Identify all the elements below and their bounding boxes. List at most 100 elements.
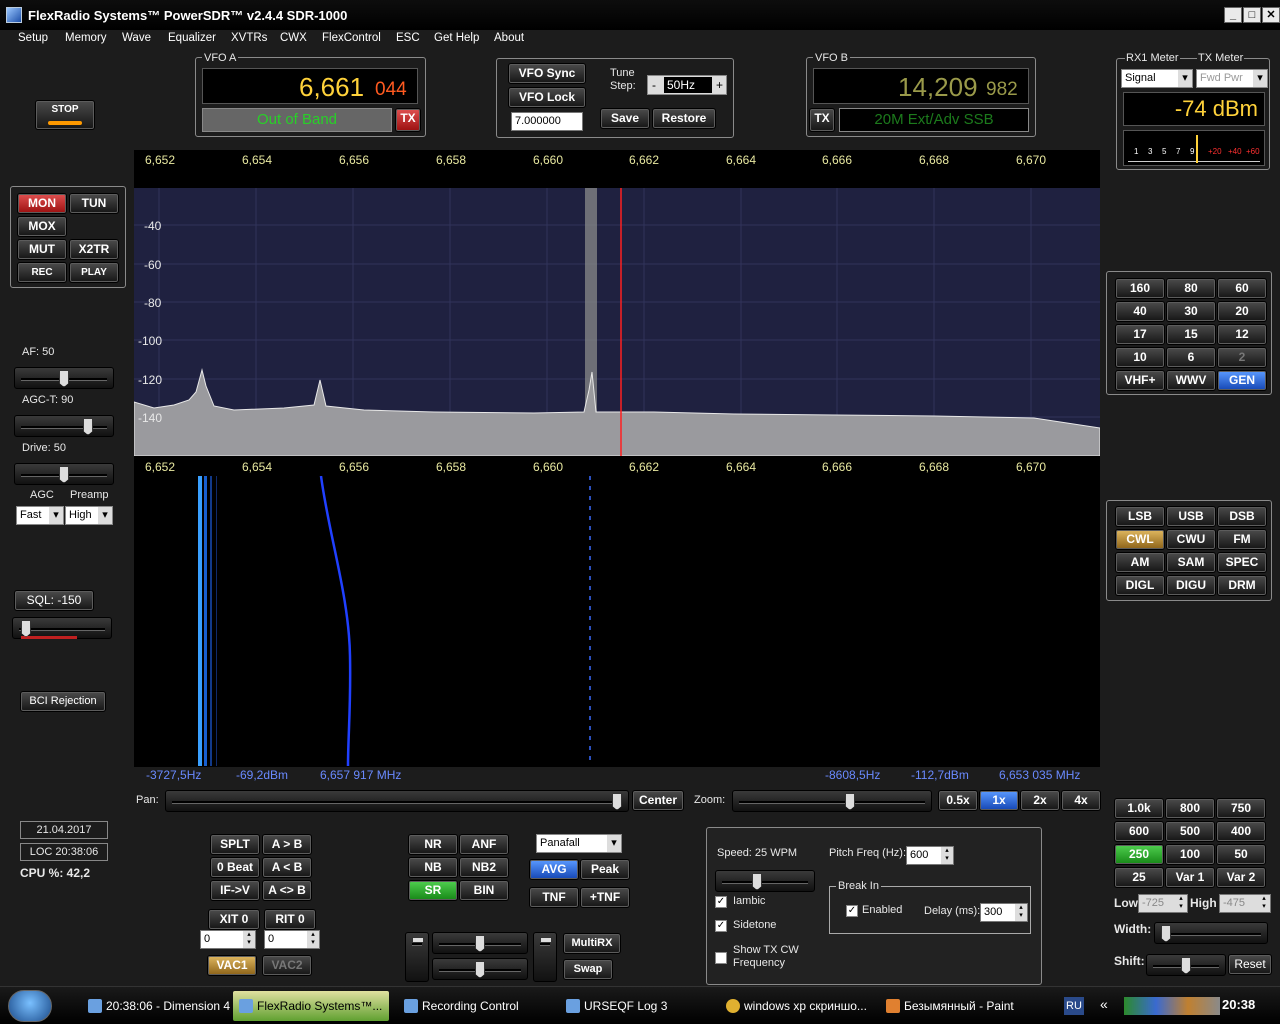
- rx1-pan-slider[interactable]: [432, 932, 528, 954]
- rx-meter-select[interactable]: Signal: [1121, 69, 1193, 88]
- shift-slider[interactable]: [1146, 954, 1226, 976]
- multirx-button[interactable]: MultiRX: [563, 933, 621, 954]
- vfo-a-tx-button[interactable]: TX: [395, 108, 421, 132]
- mon-button[interactable]: MON: [17, 193, 67, 214]
- swap-button[interactable]: Swap: [563, 959, 613, 980]
- vfo-b-tx-button[interactable]: TX: [809, 108, 835, 132]
- sidetone-checkbox[interactable]: ✓: [715, 920, 727, 932]
- menu-memory[interactable]: Memory: [65, 32, 107, 44]
- tun-button[interactable]: TUN: [69, 193, 119, 214]
- menu-wave[interactable]: Wave: [122, 32, 151, 44]
- band-gen[interactable]: GEN: [1217, 370, 1267, 391]
- sr-button[interactable]: SR: [408, 880, 458, 901]
- display-area[interactable]: 6,652 6,654 6,656 6,658 6,660 6,662 6,66…: [134, 150, 1100, 782]
- mode-fm[interactable]: FM: [1217, 529, 1267, 550]
- b-to-a-button[interactable]: A < B: [262, 857, 312, 878]
- task-flexradio[interactable]: FlexRadio Systems™...: [233, 991, 389, 1021]
- band-30[interactable]: 30: [1166, 301, 1216, 322]
- mode-cwu[interactable]: CWU: [1166, 529, 1216, 550]
- mode-cwl[interactable]: CWL: [1115, 529, 1165, 550]
- filter-800[interactable]: 800: [1165, 798, 1215, 819]
- bin-button[interactable]: BIN: [459, 880, 509, 901]
- xit-field[interactable]: 0: [200, 930, 256, 949]
- mode-usb[interactable]: USB: [1166, 506, 1216, 527]
- zoom-4x-button[interactable]: 4x: [1061, 790, 1101, 811]
- band-2[interactable]: 2: [1217, 347, 1267, 368]
- sql-button[interactable]: SQL: -150: [14, 590, 94, 611]
- band-6[interactable]: 6: [1166, 347, 1216, 368]
- zoom-slider[interactable]: [732, 790, 932, 812]
- band-wwv[interactable]: WWV: [1166, 370, 1216, 391]
- tune-step-control[interactable]: - 50Hz +: [647, 75, 727, 95]
- pan-slider[interactable]: [165, 790, 629, 812]
- rit-button[interactable]: RIT 0: [264, 909, 316, 930]
- tnf-button[interactable]: TNF: [529, 887, 579, 908]
- band-60[interactable]: 60: [1217, 278, 1267, 299]
- filter-1k[interactable]: 1.0k: [1114, 798, 1164, 819]
- bci-rejection-button[interactable]: BCI Rejection: [20, 691, 106, 712]
- mode-digl[interactable]: DIGL: [1115, 575, 1165, 596]
- iambic-checkbox[interactable]: ✓: [715, 896, 727, 908]
- system-tray-icons[interactable]: [1124, 997, 1220, 1015]
- avg-button[interactable]: AVG: [529, 859, 579, 880]
- rx2-pan-slider[interactable]: [432, 958, 528, 980]
- menu-flexcontrol[interactable]: FlexControl: [322, 32, 381, 44]
- minimize-button[interactable]: _: [1224, 7, 1242, 23]
- zero-beat-button[interactable]: 0 Beat: [210, 857, 260, 878]
- memory-freq-field[interactable]: 7.000000: [511, 112, 583, 131]
- af-slider[interactable]: [14, 367, 114, 389]
- menu-setup[interactable]: Setup: [18, 32, 48, 44]
- task-dimension4[interactable]: 20:38:06 - Dimension 4: [82, 991, 230, 1021]
- swap-ab-button[interactable]: A <> B: [262, 880, 312, 901]
- band-vhf[interactable]: VHF+: [1115, 370, 1165, 391]
- band-10[interactable]: 10: [1115, 347, 1165, 368]
- band-160[interactable]: 160: [1115, 278, 1165, 299]
- filter-600[interactable]: 600: [1114, 821, 1164, 842]
- agc-select[interactable]: Fast: [16, 506, 64, 525]
- peak-button[interactable]: Peak: [580, 859, 630, 880]
- play-button[interactable]: PLAY: [69, 262, 119, 283]
- x2tr-button[interactable]: X2TR: [69, 239, 119, 260]
- filter-low-field[interactable]: -725: [1138, 894, 1188, 913]
- display-mode-select[interactable]: Panafall: [536, 834, 622, 853]
- filter-50[interactable]: 50: [1216, 844, 1266, 865]
- filter-750[interactable]: 750: [1216, 798, 1266, 819]
- delay-field[interactable]: 300: [980, 903, 1028, 922]
- splt-button[interactable]: SPLT: [210, 834, 260, 855]
- width-slider[interactable]: [1154, 922, 1268, 944]
- band-15[interactable]: 15: [1166, 324, 1216, 345]
- anf-button[interactable]: ANF: [459, 834, 509, 855]
- filter-100[interactable]: 100: [1165, 844, 1215, 865]
- show-tx-checkbox[interactable]: [715, 952, 727, 964]
- close-button[interactable]: ✕: [1262, 7, 1280, 23]
- band-17[interactable]: 17: [1115, 324, 1165, 345]
- mode-dsb[interactable]: DSB: [1217, 506, 1267, 527]
- rit-field[interactable]: 0: [264, 930, 320, 949]
- rx1-vertical-slider[interactable]: [405, 932, 429, 982]
- filter-var1[interactable]: Var 1: [1165, 867, 1215, 888]
- breakin-enabled-checkbox[interactable]: ✓: [846, 905, 858, 917]
- nb2-button[interactable]: NB2: [459, 857, 509, 878]
- a-to-b-button[interactable]: A > B: [262, 834, 312, 855]
- xit-button[interactable]: XIT 0: [208, 909, 260, 930]
- menu-xvtrs[interactable]: XVTRs: [231, 32, 267, 44]
- start-button[interactable]: [8, 990, 52, 1022]
- rx2-vertical-slider[interactable]: [533, 932, 557, 982]
- mode-spec[interactable]: SPEC: [1217, 552, 1267, 573]
- menu-get-help[interactable]: Get Help: [434, 32, 479, 44]
- vfo-lock-button[interactable]: VFO Lock: [508, 87, 586, 108]
- mut-button[interactable]: MUT: [17, 239, 67, 260]
- mode-am[interactable]: AM: [1115, 552, 1165, 573]
- filter-var2[interactable]: Var 2: [1216, 867, 1266, 888]
- cw-speed-slider[interactable]: [715, 870, 815, 892]
- filter-250[interactable]: 250: [1114, 844, 1164, 865]
- zoom-05x-button[interactable]: 0.5x: [938, 790, 978, 811]
- tune-minus[interactable]: -: [652, 78, 656, 92]
- vfo-a-display[interactable]: 6,661 044: [202, 68, 418, 104]
- rec-button[interactable]: REC: [17, 262, 67, 283]
- restore-button[interactable]: Restore: [652, 108, 716, 129]
- mox-button[interactable]: MOX: [17, 216, 67, 237]
- task-urseqf-log[interactable]: URSEQF Log 3: [560, 991, 710, 1021]
- pitch-field[interactable]: 600: [906, 846, 954, 865]
- task-recording-control[interactable]: Recording Control: [398, 991, 548, 1021]
